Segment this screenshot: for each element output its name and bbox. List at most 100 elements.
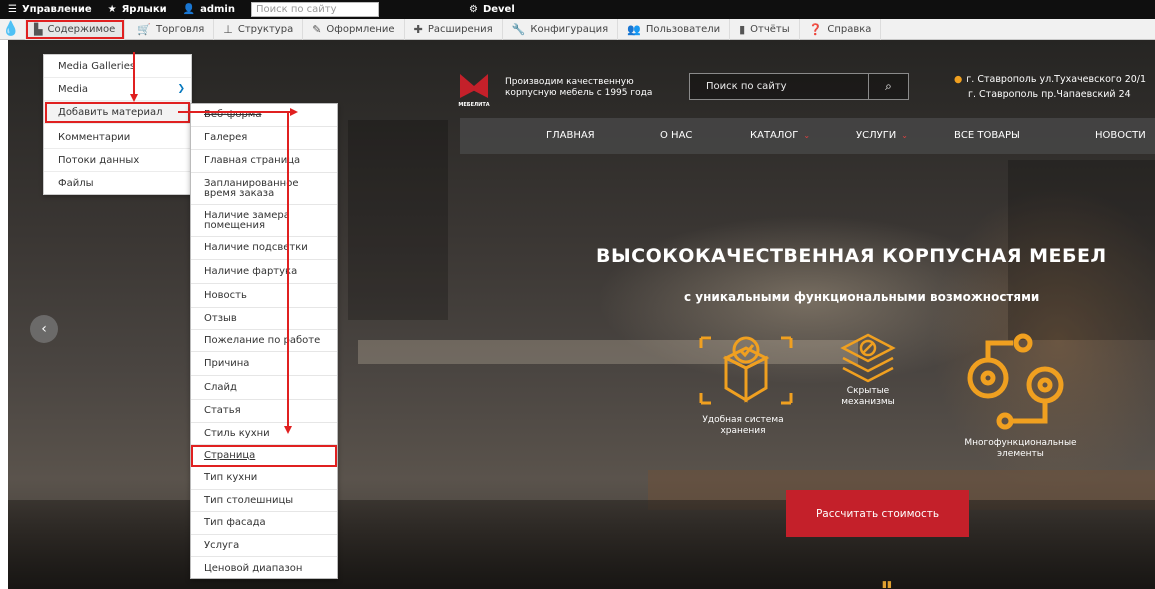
menu-item-kitchen-style[interactable]: Стиль кухни <box>191 423 337 445</box>
menu-item-label: Наличие подсветки <box>204 242 308 253</box>
search-icon[interactable]: ⌕ <box>868 73 908 100</box>
menu-item-label: Отзыв <box>204 312 237 324</box>
menu-item-gallery[interactable]: Галерея <box>191 127 337 150</box>
menu-item-article[interactable]: Статья <box>191 400 337 423</box>
menu-item-front-page[interactable]: Главная страница <box>191 150 337 173</box>
calculate-cost-button[interactable]: Рассчитать стоимость <box>786 490 969 537</box>
menu-item-label: Ценовой диапазон <box>204 562 303 574</box>
nav-item-label: О НАС <box>660 130 693 141</box>
logo-text: МЕБЕЛИТА <box>458 102 490 108</box>
site-search-input[interactable]: Поиск по сайту <box>690 81 868 92</box>
multifunction-gears-icon <box>967 333 1064 430</box>
shortcuts-menu[interactable]: ★ Ярлыки <box>100 0 175 19</box>
nav-item-about[interactable]: О НАС <box>660 118 692 154</box>
menu-item-label: Причина <box>204 357 250 369</box>
feature-label: Скрытые механизмы <box>841 386 895 407</box>
menu-item-label: Тип столешницы <box>204 494 294 506</box>
menu-item-backlight[interactable]: Наличие подсветки <box>191 237 337 260</box>
background-panel <box>348 120 448 320</box>
menu-item-price-range[interactable]: Ценовой диапазон <box>191 557 337 578</box>
nav-item-services[interactable]: УСЛУГИ ⌄ <box>856 118 908 154</box>
people-icon: 👥 <box>627 22 641 36</box>
hero-subtitle: с уникальными функциональными возможност… <box>684 290 1040 304</box>
drupal-logo-icon[interactable]: 💧 <box>0 19 22 40</box>
devel-menu[interactable]: ⚙ Devel <box>461 0 523 19</box>
menu-item-label: Слайд <box>204 381 237 393</box>
menu-item-facade-type[interactable]: Тип фасада <box>191 512 337 535</box>
main-nav: ГЛАВНАЯ О НАС КАТАЛОГ ⌄ УСЛУГИ ⌄ ВСЕ ТОВАР… <box>460 118 1155 154</box>
add-content-submenu: Веб-форма Галерея Главная страница Запла… <box>190 103 338 579</box>
tray-item-help[interactable]: ❓ Справка <box>800 18 882 40</box>
feature-label: Многофункциональные элементы <box>964 438 1077 459</box>
menu-item-files[interactable]: Файлы <box>44 172 191 195</box>
menu-item-webform[interactable]: Веб-форма <box>191 104 337 127</box>
menu-item-label: Запланированное время заказа <box>204 177 299 199</box>
menu-item-label: Статья <box>204 405 241 416</box>
menu-item-news[interactable]: Новость <box>191 284 337 308</box>
tray-item-label: Торговля <box>156 23 205 35</box>
menu-item-label: Комментарии <box>58 132 131 143</box>
hamburger-icon: ☰ <box>8 4 17 15</box>
configuration-icon: 🔧 <box>511 22 526 36</box>
chevron-down-icon: ⌄ <box>901 131 908 140</box>
tray-item-structure[interactable]: ⊥ Структура <box>214 18 304 40</box>
nav-item-label: УСЛУГИ <box>856 130 897 141</box>
nav-item-catalog[interactable]: КАТАЛОГ ⌄ <box>750 118 810 154</box>
tray-item-extend[interactable]: ✚ Расширения <box>405 18 503 40</box>
star-icon: ★ <box>107 4 117 15</box>
menu-item-order-time[interactable]: Запланированное время заказа <box>191 173 337 205</box>
tray-item-label: Пользователи <box>645 23 721 35</box>
menu-item-comments[interactable]: Комментарии <box>44 126 191 149</box>
tray-item-label: Содержимое <box>47 23 116 35</box>
menu-item-page[interactable]: Страница <box>191 445 337 467</box>
user-menu[interactable]: 👤 admin <box>175 0 243 19</box>
menu-item-countertop-type[interactable]: Тип столешницы <box>191 490 337 512</box>
logo-mark-icon <box>460 74 488 98</box>
menu-item-apron[interactable]: Наличие фартука <box>191 260 337 284</box>
tray-item-commerce[interactable]: 🛒 Торговля <box>128 18 215 40</box>
menu-item-media-galleries[interactable]: Media Galleries <box>44 55 191 78</box>
structure-icon: ⊥ <box>223 22 233 36</box>
site-search[interactable]: Поиск по сайту ⌕ <box>689 73 909 100</box>
nav-item-home[interactable]: ГЛАВНАЯ <box>546 118 595 154</box>
menu-item-label: Веб-форма <box>204 109 262 120</box>
tray-item-people[interactable]: 👥 Пользователи <box>618 18 731 40</box>
menu-item-add-content[interactable]: Добавить материал <box>44 101 191 124</box>
admin-search-input[interactable]: Поиск по сайту <box>250 2 379 17</box>
menu-item-measurement[interactable]: Наличие замера помещения <box>191 205 337 237</box>
admin-toolbar: ☰ Управление ★ Ярлыки 👤 admin Поиск по с… <box>0 0 1155 19</box>
menu-item-slide[interactable]: Слайд <box>191 376 337 400</box>
nav-item-news[interactable]: НОВОСТИ <box>1095 118 1146 154</box>
menu-item-feeds[interactable]: Потоки данных <box>44 149 191 172</box>
menu-item-media[interactable]: Media ❯ <box>44 78 191 101</box>
chevron-left-icon[interactable]: ‹ <box>30 315 58 343</box>
menu-item-work-wish[interactable]: Пожелание по работе <box>191 330 337 352</box>
tray-item-configuration[interactable]: 🔧 Конфигурация <box>503 18 619 40</box>
tray-item-label: Расширения <box>427 23 493 35</box>
tray-item-label: Справка <box>827 23 872 35</box>
menu-item-label: Файлы <box>58 178 94 189</box>
location-pin-icon: ● <box>954 74 963 85</box>
menu-item-service[interactable]: Услуга <box>191 535 337 557</box>
menu-item-label: Тип фасада <box>204 517 266 528</box>
menu-item-label: Главная страница <box>204 155 301 166</box>
menu-item-label: Услуга <box>204 539 240 551</box>
menu-item-reason[interactable]: Причина <box>191 352 337 376</box>
menu-item-label: Media <box>58 84 89 95</box>
menu-item-kitchen-type[interactable]: Тип кухни <box>191 467 337 490</box>
menu-item-label: Наличие замера помещения <box>204 209 290 231</box>
site-tagline: Производим качественную корпусную мебель… <box>505 77 653 98</box>
address-line-2: г. Ставрополь пр.Чапаевский 24 <box>968 89 1131 100</box>
tray-item-appearance[interactable]: ✎ Оформление <box>303 18 405 40</box>
tray-item-reports[interactable]: ▮ Отчёты <box>730 18 800 40</box>
shortcuts-label: Ярлыки <box>121 4 167 15</box>
menu-item-label: Пожелание по работе <box>204 334 321 346</box>
nav-item-all-products[interactable]: ВСЕ ТОВАРЫ <box>954 118 1020 154</box>
extend-icon: ✚ <box>413 22 423 36</box>
commerce-icon: 🛒 <box>137 22 152 36</box>
manage-menu[interactable]: ☰ Управление <box>0 0 100 19</box>
tray-item-content[interactable]: ▙ Содержимое <box>25 18 126 40</box>
site-logo[interactable]: МЕБЕЛИТА <box>456 74 492 112</box>
menu-item-review[interactable]: Отзыв <box>191 308 337 330</box>
tray-item-label: Отчёты <box>750 23 790 35</box>
